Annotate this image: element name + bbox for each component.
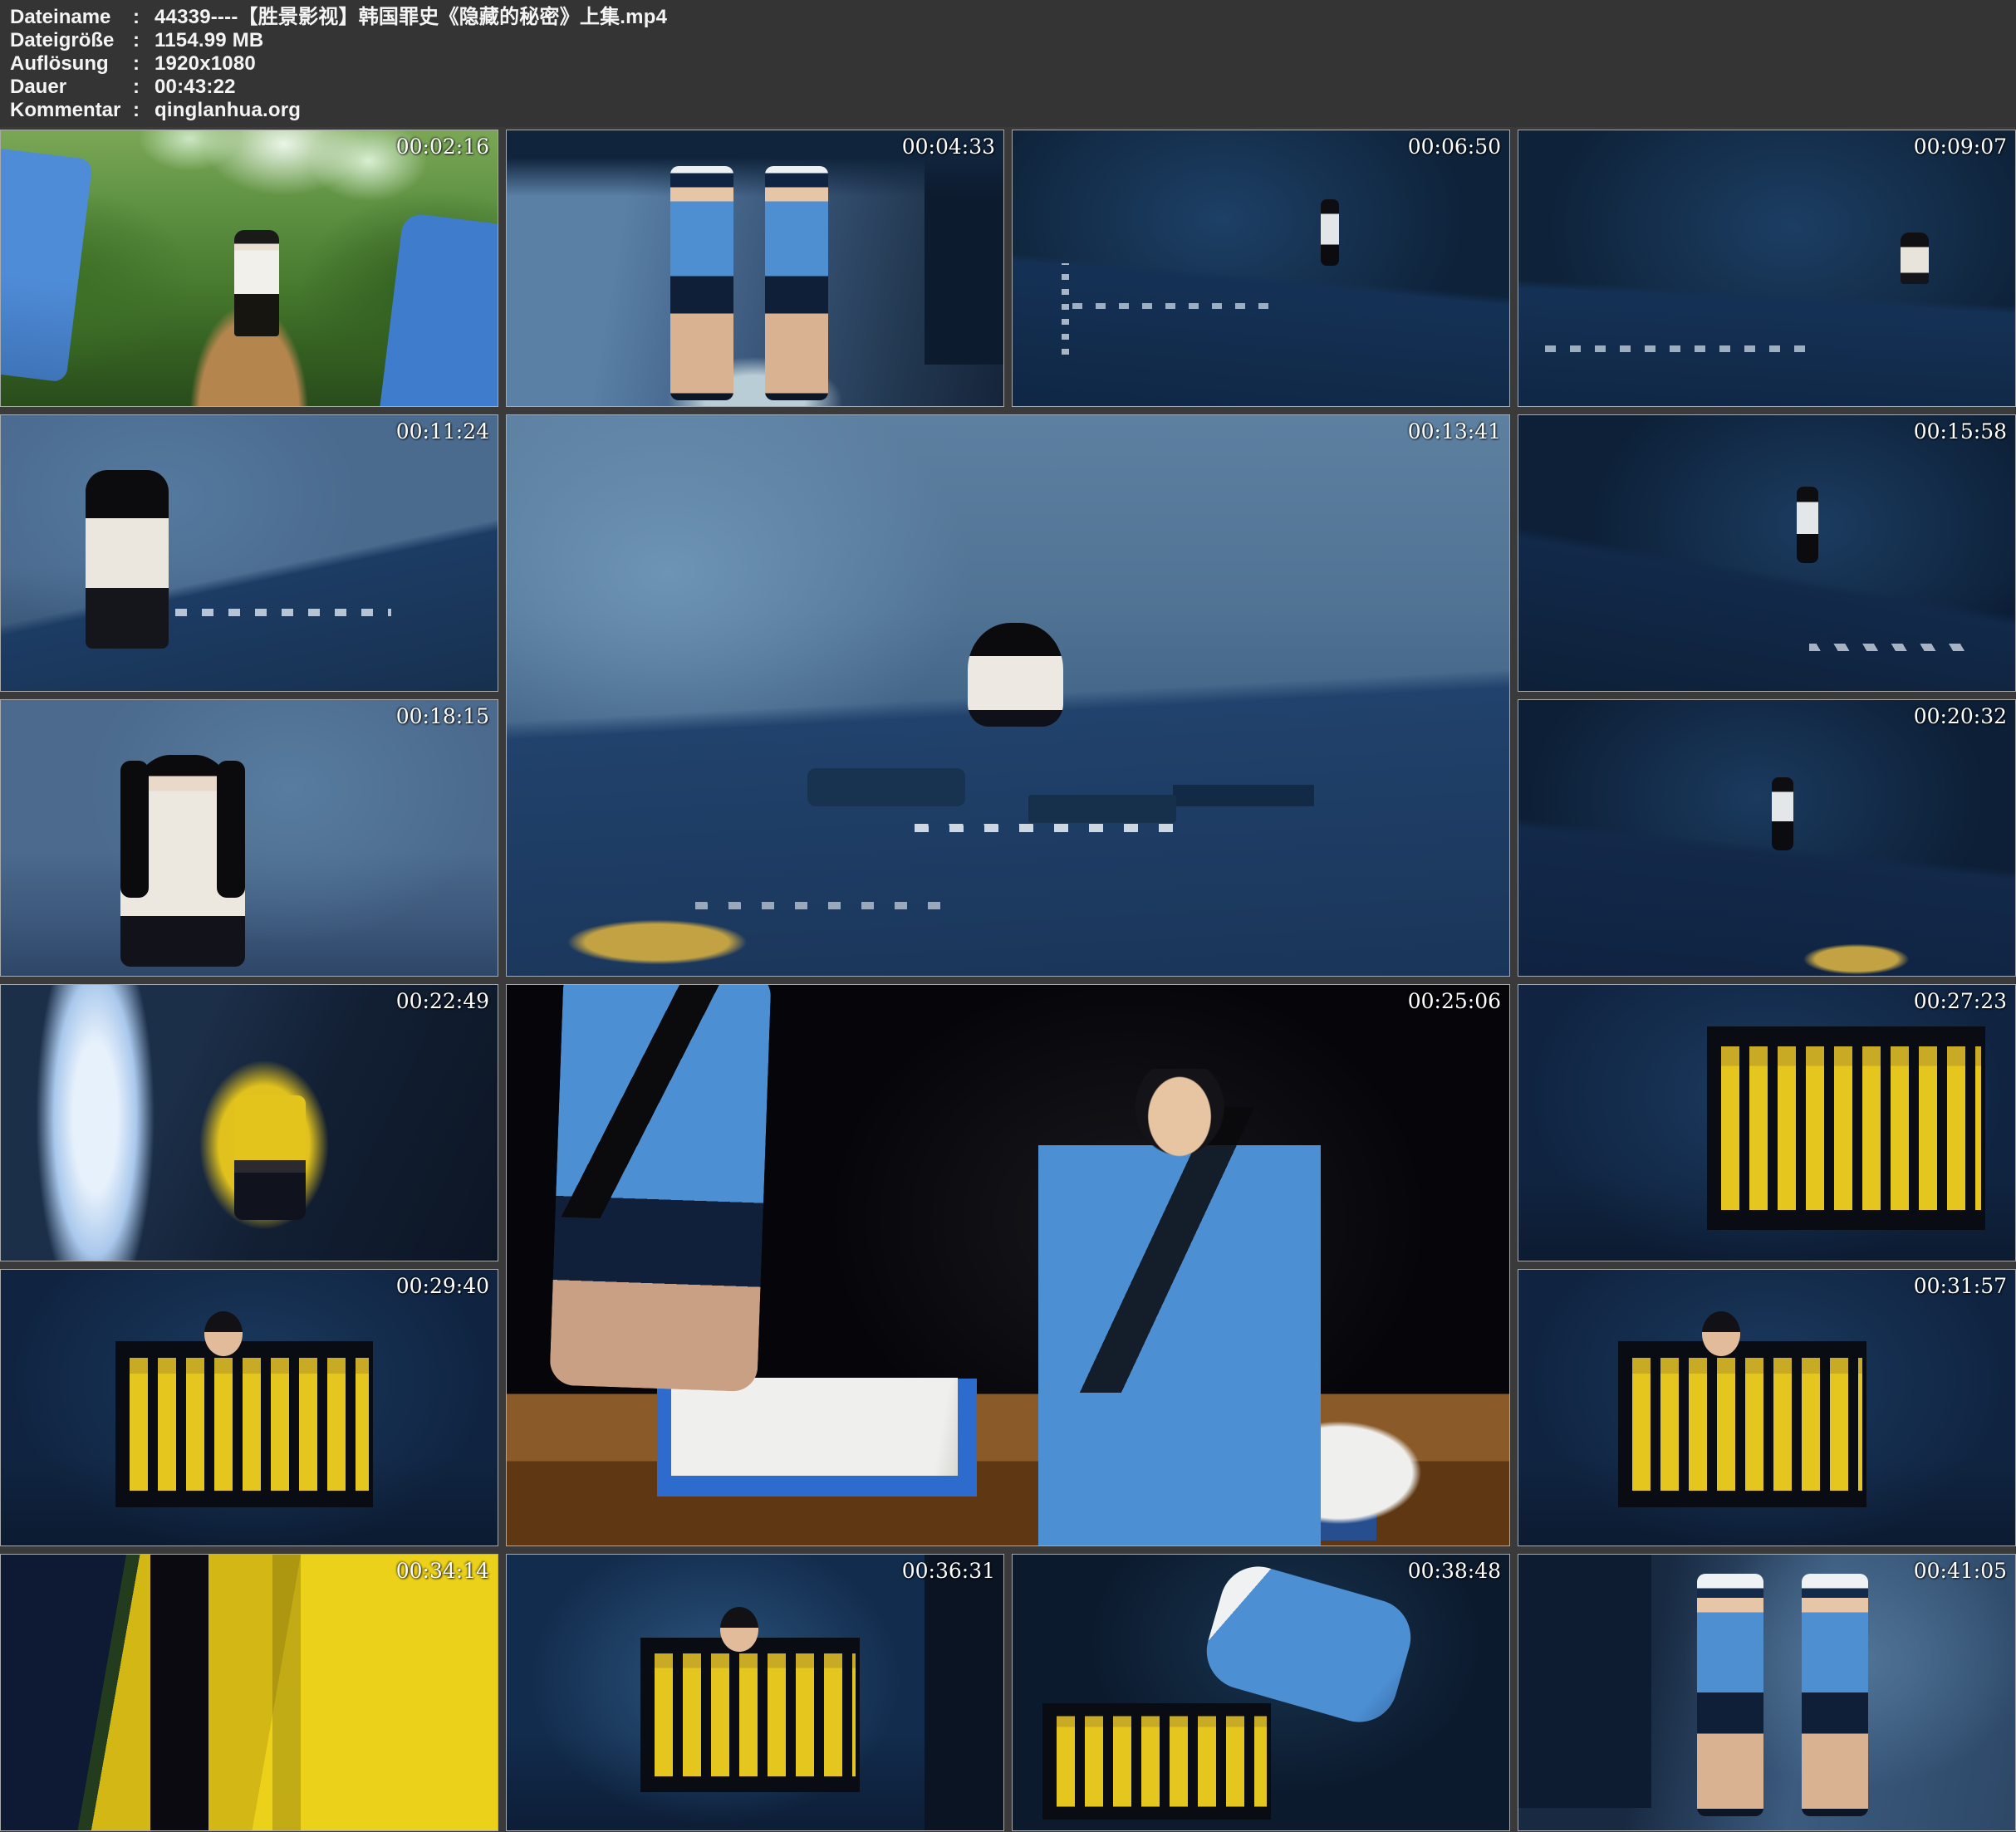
video-thumbnail-13: 00:29:40 bbox=[0, 1269, 498, 1546]
meta-row-filesize: Dateigröße:1154.99 MB bbox=[10, 29, 2016, 52]
video-thumbnail-5: 00:11:24 bbox=[0, 414, 498, 692]
timestamp-overlay: 00:02:16 bbox=[396, 135, 489, 159]
meta-separator: : bbox=[133, 6, 155, 29]
metadata-header: Dateiname:44339----【胜景影视】韩国罪史《隐藏的秘密》上集.m… bbox=[0, 0, 2016, 127]
meta-label: Auflösung bbox=[10, 52, 133, 76]
meta-label: Dateiname bbox=[10, 6, 133, 29]
video-thumbnail-8: 00:18:15 bbox=[0, 699, 498, 977]
timestamp-overlay: 00:04:33 bbox=[902, 135, 995, 159]
meta-value-filename: 44339----【胜景影视】韩国罪史《隐藏的秘密》上集.mp4 bbox=[155, 6, 667, 28]
timestamp-overlay: 00:27:23 bbox=[1914, 989, 2007, 1013]
timestamp-overlay: 00:18:15 bbox=[396, 704, 489, 728]
meta-separator: : bbox=[133, 99, 155, 122]
video-thumbnail-9: 00:20:32 bbox=[1518, 699, 2016, 977]
timestamp-overlay: 00:06:50 bbox=[1408, 135, 1501, 159]
timestamp-overlay: 00:41:05 bbox=[1914, 1559, 2007, 1583]
timestamp-overlay: 00:22:49 bbox=[396, 989, 489, 1013]
meta-separator: : bbox=[133, 29, 155, 52]
meta-label: Dateigröße bbox=[10, 29, 133, 52]
video-thumbnail-17: 00:38:48 bbox=[1012, 1554, 1510, 1831]
meta-value-duration: 00:43:22 bbox=[155, 76, 236, 98]
video-thumbnail-6-large: 00:13:41 bbox=[506, 414, 1510, 977]
video-thumbnail-11-large: 00:25:06 bbox=[506, 984, 1510, 1546]
video-thumbnail-16: 00:36:31 bbox=[506, 1554, 1004, 1831]
meta-row-comment: Kommentar:qinglanhua.org bbox=[10, 99, 2016, 122]
meta-label: Kommentar bbox=[10, 99, 133, 122]
meta-value-filesize: 1154.99 MB bbox=[155, 29, 263, 51]
video-thumbnail-10: 00:22:49 bbox=[0, 984, 498, 1261]
video-thumbnail-2: 00:04:33 bbox=[506, 130, 1004, 407]
video-thumbnail-1: 00:02:16 bbox=[0, 130, 498, 407]
timestamp-overlay: 00:25:06 bbox=[1408, 989, 1501, 1013]
video-thumbnail-14: 00:31:57 bbox=[1518, 1269, 2016, 1546]
timestamp-overlay: 00:36:31 bbox=[902, 1559, 995, 1583]
timestamp-overlay: 00:34:14 bbox=[396, 1559, 489, 1583]
video-thumbnail-3: 00:06:50 bbox=[1012, 130, 1510, 407]
meta-value-comment: qinglanhua.org bbox=[155, 99, 301, 121]
timestamp-overlay: 00:11:24 bbox=[396, 419, 489, 443]
timestamp-overlay: 00:15:58 bbox=[1914, 419, 2007, 443]
timestamp-overlay: 00:31:57 bbox=[1914, 1274, 2007, 1298]
video-thumbnail-12: 00:27:23 bbox=[1518, 984, 2016, 1261]
meta-separator: : bbox=[133, 52, 155, 76]
meta-row-resolution: Auflösung:1920x1080 bbox=[10, 52, 2016, 76]
video-thumbnail-4: 00:09:07 bbox=[1518, 130, 2016, 407]
timestamp-overlay: 00:13:41 bbox=[1408, 419, 1501, 443]
meta-value-resolution: 1920x1080 bbox=[155, 52, 256, 75]
video-thumbnail-18: 00:41:05 bbox=[1518, 1554, 2016, 1831]
thumbnail-grid: 00:02:16 00:04:33 00:06:50 00:09:07 00:1… bbox=[0, 130, 2016, 1831]
meta-separator: : bbox=[133, 76, 155, 99]
meta-row-filename: Dateiname:44339----【胜景影视】韩国罪史《隐藏的秘密》上集.m… bbox=[10, 6, 2016, 29]
video-thumbnail-15: 00:34:14 bbox=[0, 1554, 498, 1831]
timestamp-overlay: 00:38:48 bbox=[1408, 1559, 1501, 1583]
video-thumbnail-7: 00:15:58 bbox=[1518, 414, 2016, 692]
timestamp-overlay: 00:09:07 bbox=[1914, 135, 2007, 159]
timestamp-overlay: 00:20:32 bbox=[1914, 704, 2007, 728]
meta-label: Dauer bbox=[10, 76, 133, 99]
meta-row-duration: Dauer:00:43:22 bbox=[10, 76, 2016, 99]
timestamp-overlay: 00:29:40 bbox=[396, 1274, 489, 1298]
video-contact-sheet: Dateiname:44339----【胜景影视】韩国罪史《隐藏的秘密》上集.m… bbox=[0, 0, 2016, 1832]
